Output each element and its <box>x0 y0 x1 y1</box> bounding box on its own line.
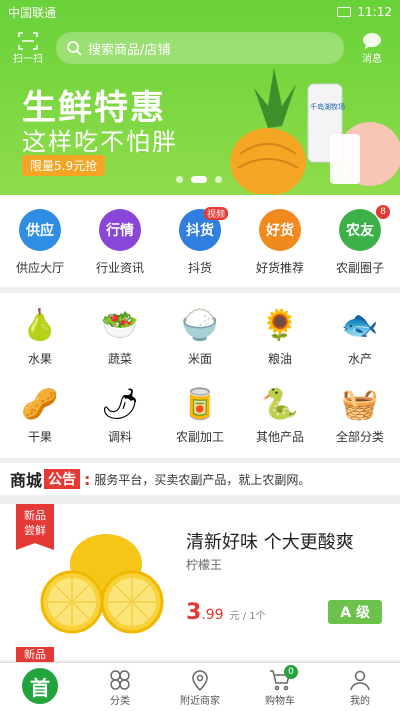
rice-icon: 🍚 <box>181 308 219 344</box>
category-dried-fruit[interactable]: 🥜 干果 <box>0 376 80 455</box>
farmer-friends-icon: 农友 <box>339 209 381 251</box>
tab-cart[interactable]: 0 购物车 <box>240 663 320 711</box>
announcement-text: 服务平台，买卖农副产品，就上农副网。 <box>94 472 311 487</box>
tab-category[interactable]: 分类 <box>80 663 160 711</box>
quick-item-label: 好货推荐 <box>255 261 304 275</box>
carrier-label: 中国联通 <box>8 5 57 20</box>
price-unit: 元 / 1个 <box>229 611 266 622</box>
mall-label: 商城 <box>10 471 43 490</box>
quick-item-label: 行业资讯 <box>95 261 144 275</box>
product-card[interactable]: 新品 尝鲜 清新好味 个大更酸爽 柠檬王 3.99 元 / 1个 A 级 <box>0 504 400 660</box>
tab-mine[interactable]: 我的 <box>320 663 400 711</box>
pager-dot[interactable] <box>215 176 222 183</box>
banner-pager <box>176 176 222 183</box>
product-name: 柠檬王 <box>186 558 223 572</box>
market-trend-icon: 行情 <box>99 209 141 251</box>
category-rice-flour[interactable]: 🍚 米面 <box>160 297 240 376</box>
scan-button[interactable]: 扫一扫 <box>10 31 46 65</box>
pager-dot-active[interactable] <box>191 176 207 183</box>
tab-label: 附近商家 <box>180 695 220 707</box>
tab-nearby[interactable]: 附近商家 <box>160 663 240 711</box>
tab-home[interactable]: 首 <box>0 663 80 711</box>
fish-icon: 🐟 <box>341 308 379 344</box>
grid-icon <box>110 669 130 690</box>
bottom-nav: 首 分类 附近商家 0 购物车 我的 <box>0 662 400 711</box>
home-icon: 首 <box>20 666 60 706</box>
category-label: 调料 <box>107 430 132 445</box>
category-label: 粮油 <box>267 351 292 366</box>
banner-art: 千岛湖牧场 <box>230 68 400 194</box>
python-icon: 🐍 <box>261 386 299 422</box>
new-product-tag: 新品 <box>16 647 54 663</box>
quick-item-label: 供应大厅 <box>15 261 64 275</box>
good-goods-icon: 好货 <box>259 209 301 251</box>
processed-food-icon: 🥫 <box>181 386 219 422</box>
quick-item-label: 抖货 <box>187 261 212 275</box>
quick-item-supply[interactable]: 供应 供应大厅 <box>0 195 80 287</box>
quick-item-douhuo[interactable]: 抖货 视频 抖货 <box>160 195 240 287</box>
nuts-icon: 🥜 <box>21 386 59 422</box>
category-processing[interactable]: 🥫 农副加工 <box>160 376 240 455</box>
category-label: 干果 <box>27 430 52 445</box>
tag-line: 新品 <box>24 509 46 522</box>
quick-entry-row: 供应 供应大厅 行情 行业资讯 抖货 视频 抖货 好货 好货推荐 农友 8 农副… <box>0 195 400 287</box>
video-badge: 视频 <box>204 207 229 220</box>
category-other[interactable]: 🐍 其他产品 <box>240 376 320 455</box>
scan-icon <box>18 31 38 50</box>
scan-label: 扫一扫 <box>13 53 43 65</box>
price-integer: 3 <box>186 600 202 625</box>
message-icon <box>363 32 381 49</box>
product-title: 清新好味 个大更酸爽 <box>186 532 354 553</box>
user-icon <box>350 670 370 690</box>
basket-icon: 🧺 <box>341 386 379 422</box>
colon-separator: : <box>84 469 91 489</box>
category-label: 水产 <box>347 351 372 366</box>
quick-item-industry[interactable]: 行情 行业资讯 <box>80 195 160 287</box>
vegetables-icon: 🥗 <box>101 308 139 344</box>
cart-count-badge: 0 <box>284 665 298 679</box>
announcement-bar[interactable]: 商城 公告 : 服务平台，买卖农副产品，就上农副网。 <box>0 463 400 495</box>
price-decimal: .99 <box>201 607 224 623</box>
time-label: 11:12 <box>357 5 392 19</box>
tab-label: 购物车 <box>265 695 295 707</box>
status-bar: 中国联通 11:12 <box>0 0 400 24</box>
carton-text: 千岛湖牧场 <box>310 102 345 111</box>
product-price: 3.99 元 / 1个 <box>186 600 266 625</box>
grade-badge: A 级 <box>328 600 382 624</box>
category-label: 米面 <box>187 351 212 366</box>
category-label: 水果 <box>27 351 52 366</box>
category-grid: 🍐 水果 🥗 蔬菜 🍚 米面 🌻 粮油 🐟 水产 🥜 干果 🌶 调料 🥫 农副加工 🐍 其他产品 … <box>0 293 400 458</box>
notification-count-badge: 8 <box>376 205 390 219</box>
announcement-tag: 公告 <box>44 469 81 489</box>
category-seafood[interactable]: 🐟 水产 <box>320 297 400 376</box>
search-icon <box>67 41 82 56</box>
category-vegetables[interactable]: 🥗 蔬菜 <box>80 297 160 376</box>
category-all[interactable]: 🧺 全部分类 <box>320 376 400 455</box>
category-label: 其他产品 <box>255 430 304 445</box>
category-fruit[interactable]: 🍐 水果 <box>0 297 80 376</box>
location-pin-icon <box>192 669 208 691</box>
oil-icon: 🌻 <box>261 308 299 344</box>
banner-tag: 限量5.9元抢 <box>22 155 106 176</box>
spice-icon: 🌶 <box>100 386 140 422</box>
category-label: 蔬菜 <box>107 351 132 366</box>
tab-label: 分类 <box>110 695 130 707</box>
category-label: 全部分类 <box>335 430 384 445</box>
battery-icon <box>337 7 352 17</box>
category-label: 农副加工 <box>175 430 224 445</box>
lemon-image <box>40 534 164 634</box>
category-spices[interactable]: 🌶 调料 <box>80 376 160 455</box>
search-placeholder: 搜索商品/店铺 <box>88 42 171 58</box>
quick-item-label: 农副圈子 <box>335 261 384 275</box>
hero-banner[interactable]: 中国联通 11:12 扫一扫 搜索商品/店铺 消息 生鲜特惠 这样吃不怕胖 限量… <box>0 0 400 195</box>
quick-item-circle[interactable]: 农友 8 农副圈子 <box>320 195 400 287</box>
pager-dot[interactable] <box>176 176 183 183</box>
quick-item-recommend[interactable]: 好货 好货推荐 <box>240 195 320 287</box>
tab-label: 我的 <box>350 695 370 707</box>
category-grain-oil[interactable]: 🌻 粮油 <box>240 297 320 376</box>
supply-icon: 供应 <box>19 209 61 251</box>
banner-subtitle: 这样吃不怕胖 <box>22 128 178 156</box>
pear-icon: 🍐 <box>21 308 59 344</box>
